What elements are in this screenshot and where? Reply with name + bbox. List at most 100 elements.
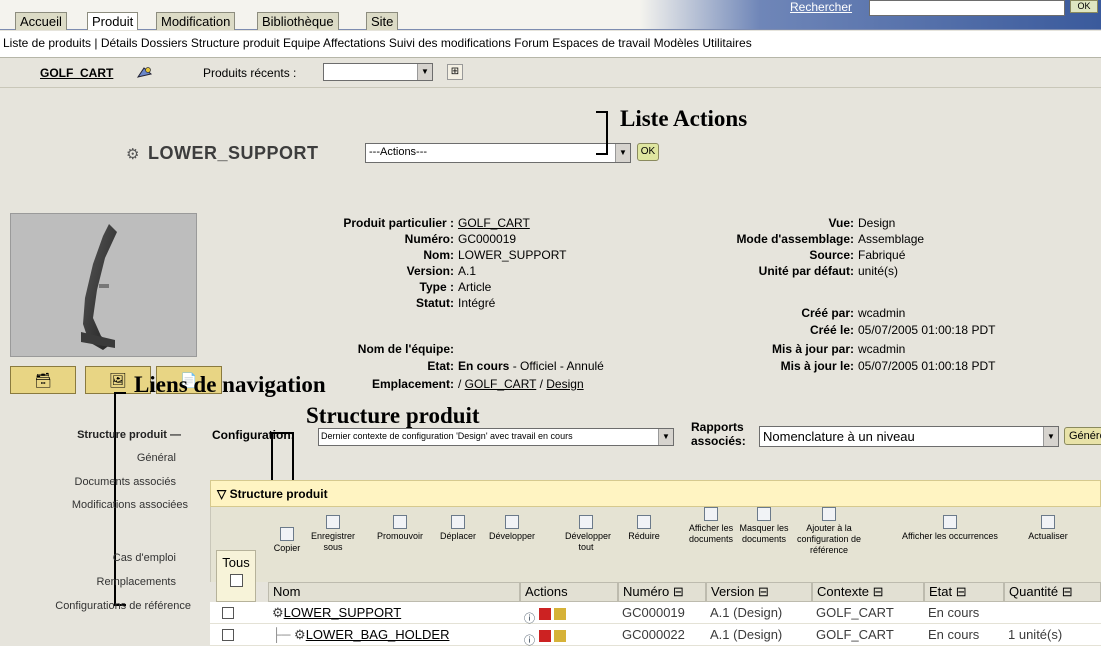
part-gear-icon: ⚙	[272, 605, 284, 620]
add-to-baseline-button[interactable]: Ajouter à la configuration de référence	[795, 507, 863, 556]
promote-label: Promouvoir	[376, 531, 423, 541]
attr-value-instance[interactable]: GOLF_CART	[458, 216, 530, 230]
col-header-number[interactable]: Numéro ⊟	[618, 582, 706, 602]
col-header-version[interactable]: Version ⊟	[706, 582, 812, 602]
chevron-down-icon[interactable]: ▼	[615, 144, 630, 162]
refresh-button[interactable]: Actualiser	[1017, 515, 1079, 542]
chevron-down-icon[interactable]: ▼	[417, 64, 432, 80]
chevron-down-icon[interactable]: ▼	[658, 429, 673, 445]
row-name-link[interactable]: LOWER_SUPPORT	[284, 605, 402, 620]
attr-label-instance: Produit particulier :	[343, 216, 454, 230]
subnav-forum[interactable]: Forum	[514, 36, 549, 50]
save-as-label: Enregistrer sous	[310, 531, 355, 552]
recent-products-select[interactable]: ▼	[323, 63, 433, 81]
tab-produit[interactable]: Produit	[87, 12, 139, 30]
structure-action-icon[interactable]	[554, 629, 566, 642]
search-ok-button[interactable]: OK	[1070, 0, 1098, 13]
row-quantity-cell: 1 unité(s)	[1008, 627, 1063, 642]
copy-button[interactable]: Copier	[273, 527, 301, 554]
subnav-assignments[interactable]: Affectations	[323, 36, 385, 50]
attr-label-created-on: Créé le:	[809, 323, 854, 337]
subnav-workspaces[interactable]: Espaces de travail	[552, 36, 650, 50]
part-gear-icon: ⚙	[126, 146, 140, 163]
product-context-icon[interactable]	[136, 65, 154, 81]
tab-site[interactable]: Site	[366, 12, 399, 30]
actions-ok-button[interactable]: OK	[637, 143, 659, 161]
hide-documents-button[interactable]: Masquer les documents	[739, 507, 789, 545]
chevron-down-icon[interactable]: ▼	[1043, 427, 1058, 446]
collapse-triangle-icon[interactable]: ▽	[217, 487, 226, 501]
search-link[interactable]: Rechercher	[790, 0, 852, 14]
recent-products-go-icon[interactable]: ⊞	[447, 64, 463, 80]
check-out-icon[interactable]	[539, 607, 551, 620]
subnav-change-tracking[interactable]: Suivi des modifications	[389, 36, 511, 50]
row-version-cell: A.1 (Design)	[710, 605, 783, 620]
attr-label-assembly-mode: Mode d'assemblage:	[736, 232, 854, 246]
generate-button[interactable]: Générer	[1064, 427, 1101, 445]
subnav-utilities[interactable]: Utilitaires	[702, 36, 751, 50]
hide-documents-label: Masquer les documents	[739, 523, 789, 544]
col-header-name[interactable]: Nom	[268, 582, 520, 602]
move-button[interactable]: Déplacer	[435, 515, 481, 542]
show-occurrences-button[interactable]: Afficher les occurrences	[887, 515, 1013, 542]
row-checkbox[interactable]	[222, 607, 234, 619]
check-out-icon[interactable]	[539, 629, 551, 642]
show-documents-button[interactable]: Afficher les documents	[687, 507, 735, 545]
reports-label-line1: Rapports	[691, 420, 744, 434]
nav-product-structure[interactable]: Structure produit —	[77, 429, 181, 441]
subnav-folders[interactable]: Dossiers	[141, 36, 188, 50]
expand-button[interactable]: Développer	[483, 515, 541, 542]
structure-action-icon[interactable]	[554, 607, 566, 620]
attr-label-location: Emplacement:	[371, 377, 454, 391]
nav-general[interactable]: Général	[137, 452, 176, 464]
reports-select[interactable]: Nomenclature à un niveau ▼	[759, 426, 1059, 447]
subnav-templates[interactable]: Modèles	[654, 36, 699, 50]
tab-bibliotheque[interactable]: Bibliothèque	[257, 12, 339, 30]
copy-label: Copier	[273, 543, 301, 553]
attr-value-location: / GOLF_CART / Design	[458, 377, 584, 391]
nav-related-changes[interactable]: Modifications associées	[72, 499, 188, 511]
configuration-select[interactable]: Dernier contexte de configuration 'Desig…	[318, 428, 674, 446]
collapse-button[interactable]: Réduire	[621, 515, 667, 542]
attr-value-state-others: - Officiel - Annulé	[509, 359, 604, 373]
actions-select[interactable]: ---Actions--- ▼	[365, 143, 631, 163]
tab-modification[interactable]: Modification	[156, 12, 236, 30]
row-context-cell: GOLF_CART	[816, 605, 894, 620]
select-all-checkbox[interactable]	[229, 574, 243, 587]
expand-all-button[interactable]: Développer tout	[565, 515, 611, 553]
structure-panel-header[interactable]: ▽ Structure produit	[210, 480, 1101, 507]
subnav-product-list[interactable]: Liste de produits | Détails	[3, 36, 138, 50]
attr-value-version: A.1	[458, 264, 477, 278]
attr-label-type: Type :	[419, 280, 454, 294]
select-all[interactable]: Tous	[216, 550, 256, 602]
nav-baselines[interactable]: Configurations de référence	[55, 600, 191, 612]
subnav-product-structure[interactable]: Structure produit	[191, 36, 280, 50]
nav-replacements[interactable]: Remplacements	[97, 576, 176, 588]
col-header-quantity[interactable]: Quantité ⊟	[1004, 582, 1101, 602]
reports-label: Rapports associés:	[691, 420, 746, 448]
attr-value-state-current: En cours	[458, 359, 510, 373]
col-header-context[interactable]: Contexte ⊟	[812, 582, 924, 602]
save-as-button[interactable]: Enregistrer sous	[309, 515, 357, 553]
subnav-team[interactable]: Equipe	[283, 36, 320, 50]
thumbnail-view-button[interactable]: 🗃	[10, 366, 76, 394]
info-icon[interactable]: ⓘ	[524, 630, 536, 646]
context-product-link[interactable]: GOLF_CART	[40, 66, 113, 80]
row-checkbox[interactable]	[222, 629, 234, 641]
row-name-link[interactable]: LOWER_BAG_HOLDER	[306, 627, 450, 642]
move-icon	[451, 515, 465, 529]
attr-label-status: Statut:	[416, 296, 454, 310]
promote-button[interactable]: Promouvoir	[371, 515, 429, 542]
attr-label-view: Vue:	[828, 216, 854, 230]
location-link-product[interactable]: GOLF_CART	[465, 377, 537, 391]
actions-select-value: ---Actions---	[369, 146, 428, 158]
nav-related-documents[interactable]: Documents associés	[75, 476, 177, 488]
location-link-folder[interactable]: Design	[546, 377, 583, 391]
hide-documents-icon	[757, 507, 771, 521]
tab-accueil[interactable]: Accueil	[15, 12, 67, 30]
select-all-label: Tous	[222, 555, 250, 570]
info-icon[interactable]: ⓘ	[524, 608, 536, 624]
search-input[interactable]	[869, 0, 1065, 16]
nav-where-used[interactable]: Cas d'emploi	[113, 552, 176, 564]
col-header-state[interactable]: Etat ⊟	[924, 582, 1004, 602]
